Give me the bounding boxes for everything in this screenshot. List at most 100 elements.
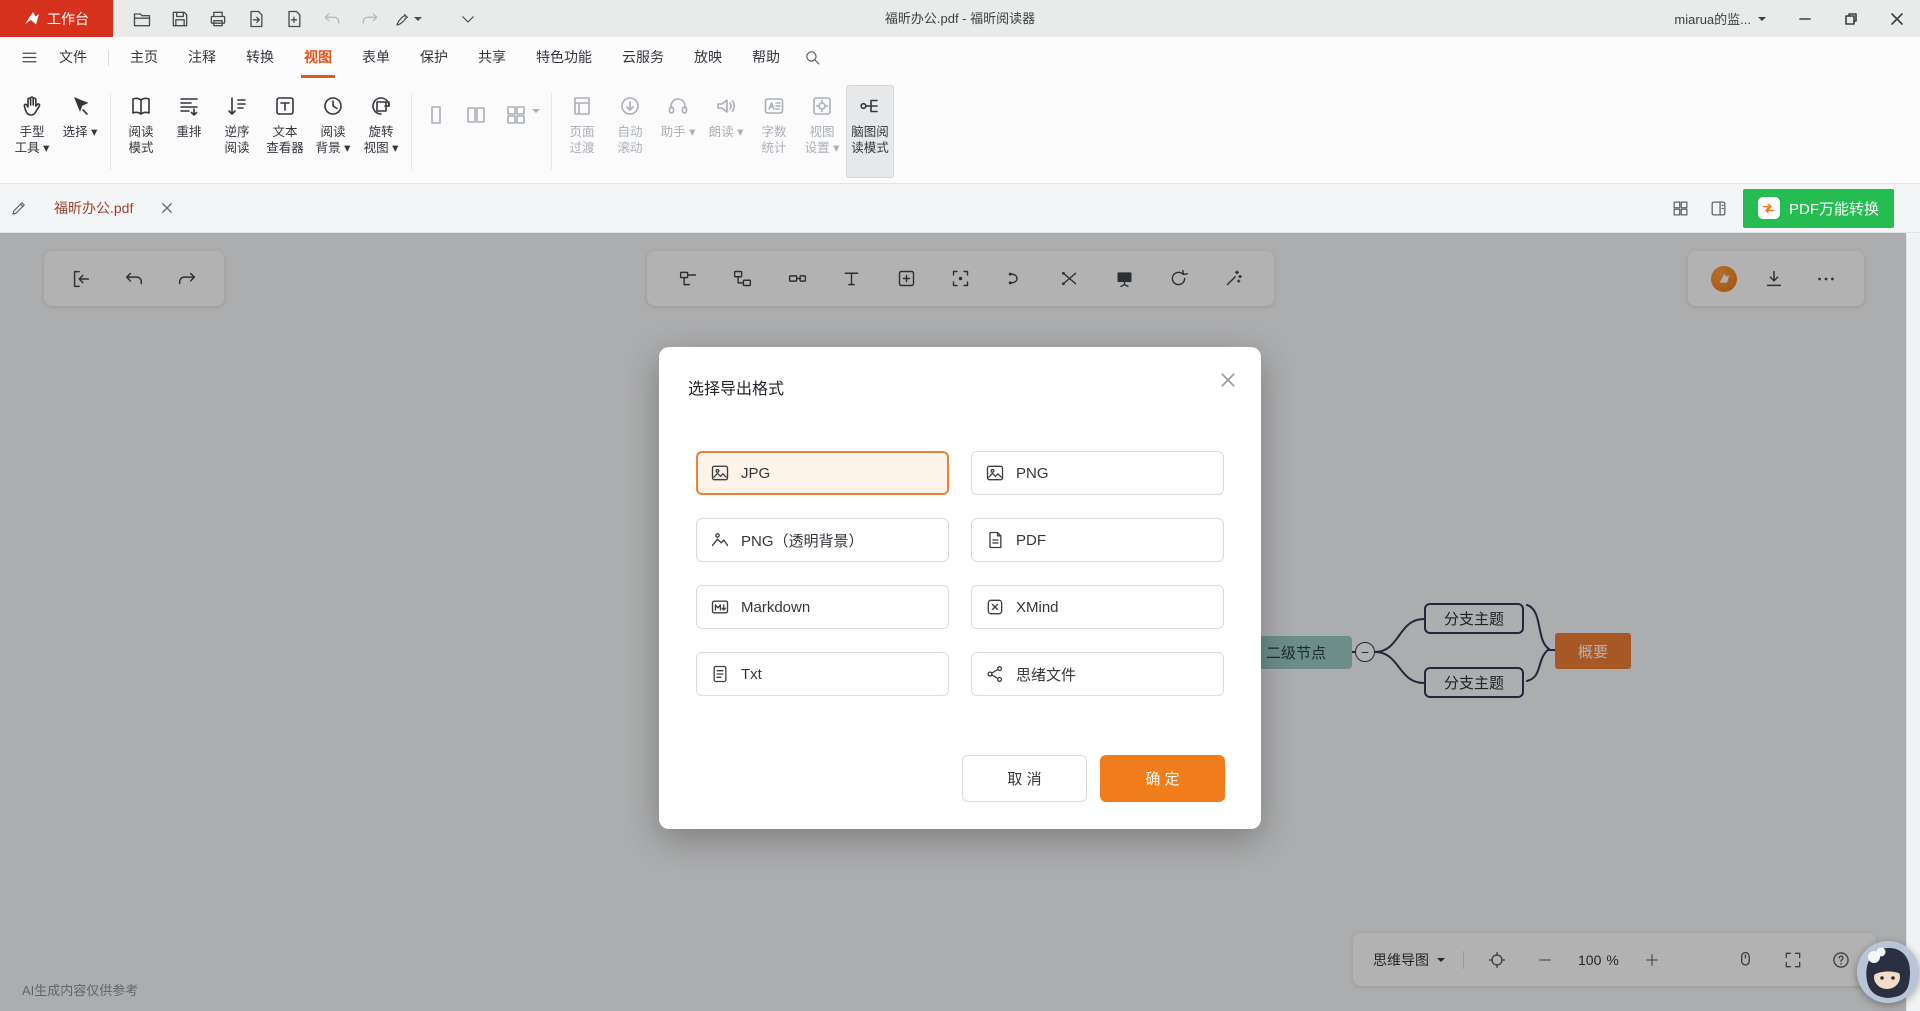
ribbon-auto-scroll[interactable]: 自动 滚动 <box>606 85 654 178</box>
grid-view-icon[interactable] <box>1667 194 1695 222</box>
ribbon-view-settings[interactable]: 视图 设置 ▾ <box>798 85 846 178</box>
print-button[interactable] <box>201 5 235 33</box>
menu-comment[interactable]: 注释 <box>173 37 231 78</box>
quick-toolbar <box>113 5 485 33</box>
export-option-pdf[interactable]: PDF <box>971 518 1224 562</box>
export-options-grid: JPG PNG PNG（透明背景） PDF Markdown XMind Txt <box>696 451 1224 696</box>
tabbar-right: PDF万能转换 <box>1667 189 1920 228</box>
ribbon-rotate-view[interactable]: 旋转 视图 ▾ <box>357 85 405 178</box>
document-tab[interactable]: 福昕办公.pdf <box>38 184 189 233</box>
close-button[interactable] <box>1874 0 1920 37</box>
ribbon-label: 阅读 模式 <box>128 124 153 156</box>
export-option-label: PDF <box>1016 532 1046 549</box>
customize-toolbar-button[interactable] <box>451 5 485 33</box>
rotate-view-icon <box>368 93 394 119</box>
ribbon-mindmap-mode[interactable]: 脑图阅 读模式 <box>846 85 894 178</box>
read-aloud-icon <box>713 93 739 119</box>
minimize-button[interactable] <box>1782 0 1828 37</box>
export-option-txt[interactable]: Txt <box>696 652 949 696</box>
sign-tool-button[interactable] <box>391 5 425 33</box>
ribbon-label: 助手 ▾ <box>661 124 696 140</box>
assistant-icon <box>665 93 691 119</box>
edit-pencil-icon[interactable] <box>0 184 38 233</box>
auto-scroll-icon <box>617 93 643 119</box>
export-option-markdown[interactable]: Markdown <box>696 585 949 629</box>
ribbon-label: 阅读 背景 ▾ <box>316 124 351 156</box>
ribbon-hand-tool[interactable]: 手型 工具 ▾ <box>8 85 56 178</box>
export-option-png-transparent[interactable]: PNG（透明背景） <box>696 518 949 562</box>
confirm-button[interactable]: 确 定 <box>1100 755 1225 802</box>
menu-view[interactable]: 视图 <box>289 37 347 78</box>
user-account-menu[interactable]: miarua的监... <box>1658 0 1782 37</box>
open-file-button[interactable] <box>125 5 159 33</box>
menu-file[interactable]: 文件 <box>44 37 102 78</box>
layout-caret-icon <box>532 109 540 113</box>
menu-convert[interactable]: 转换 <box>231 37 289 78</box>
ribbon-read-mode[interactable]: 阅读 模式 <box>117 85 165 178</box>
ribbon-word-count[interactable]: 字数 统计 <box>750 85 798 178</box>
menu-form[interactable]: 表单 <box>347 37 405 78</box>
menu-protect[interactable]: 保护 <box>405 37 463 78</box>
vertical-scrollbar[interactable] <box>1906 196 1920 1011</box>
export-option-jpg[interactable]: JPG <box>696 451 949 495</box>
export-option-png[interactable]: PNG <box>971 451 1224 495</box>
ribbon-facing-page-layout[interactable] <box>458 85 498 178</box>
menu-bar: 文件 主页 注释 转换 视图 表单 保护 共享 特色功能 云服务 放映 帮助 <box>0 37 1920 78</box>
hamburger-menu-icon[interactable] <box>14 37 44 78</box>
mindmap-mode-icon <box>857 93 883 119</box>
ribbon-label: 自动 滚动 <box>617 124 642 156</box>
foxit-logo-icon <box>24 11 40 27</box>
save-button[interactable] <box>163 5 197 33</box>
menu-cloud[interactable]: 云服务 <box>607 37 679 78</box>
tab-close-icon[interactable] <box>161 202 173 214</box>
ribbon-divider <box>551 93 552 170</box>
ribbon-continuous-layout[interactable] <box>498 85 545 178</box>
menu-home[interactable]: 主页 <box>115 37 173 78</box>
undo-button[interactable] <box>315 5 349 33</box>
tab-title: 福昕办公.pdf <box>54 198 133 218</box>
markdown-icon <box>710 597 730 617</box>
text-file-icon <box>710 664 730 684</box>
ribbon-reverse-reading[interactable]: 逆序 阅读 <box>213 85 261 178</box>
export-option-xmind[interactable]: XMind <box>971 585 1224 629</box>
assistant-avatar[interactable] <box>1857 941 1919 1003</box>
cancel-button[interactable]: 取 消 <box>962 755 1087 802</box>
ribbon-select-tool[interactable]: 选择 ▾ <box>56 85 104 178</box>
workspace-button[interactable]: 工作台 <box>0 0 113 37</box>
ribbon-read-aloud[interactable]: 朗读 ▾ <box>702 85 750 178</box>
ribbon-reading-background[interactable]: 阅读 背景 ▾ <box>309 85 357 178</box>
restore-button[interactable] <box>1828 0 1874 37</box>
ribbon-label: 朗读 ▾ <box>709 124 744 140</box>
mind-file-icon <box>985 664 1005 684</box>
ribbon-divider <box>411 93 412 170</box>
pdf-convert-button[interactable]: PDF万能转换 <box>1743 189 1894 228</box>
xmind-icon <box>985 597 1005 617</box>
redo-button[interactable] <box>353 5 387 33</box>
ribbon-page-transition[interactable]: 页面 过渡 <box>558 85 606 178</box>
workspace-label: 工作台 <box>47 9 89 29</box>
page-transition-icon <box>569 93 595 119</box>
menu-features[interactable]: 特色功能 <box>521 37 607 78</box>
page-panel-icon[interactable] <box>1705 194 1733 222</box>
ribbon-single-page-layout[interactable] <box>418 85 458 178</box>
ribbon-reflow[interactable]: 重排 <box>165 85 213 178</box>
reverse-reading-icon <box>224 93 250 119</box>
transparent-image-icon <box>710 530 730 550</box>
export-page-button[interactable] <box>239 5 273 33</box>
continuous-layout-icon <box>503 102 529 128</box>
menu-share[interactable]: 共享 <box>463 37 521 78</box>
ribbon-text-viewer[interactable]: 文本 查看器 <box>261 85 309 178</box>
ribbon-assistant[interactable]: 助手 ▾ <box>654 85 702 178</box>
ribbon-divider <box>110 93 111 170</box>
document-tab-bar: 福昕办公.pdf PDF万能转换 <box>0 184 1920 233</box>
export-option-label: Txt <box>741 666 762 683</box>
search-icon[interactable] <box>795 37 829 78</box>
menu-slideshow[interactable]: 放映 <box>679 37 737 78</box>
ribbon-label: 视图 设置 ▾ <box>805 124 840 156</box>
export-option-label: JPG <box>741 465 770 482</box>
ribbon-label: 字数 统计 <box>761 124 786 156</box>
dialog-close-icon[interactable] <box>1217 369 1239 391</box>
menu-help[interactable]: 帮助 <box>737 37 795 78</box>
export-option-mind-file[interactable]: 思绪文件 <box>971 652 1224 696</box>
new-page-button[interactable] <box>277 5 311 33</box>
